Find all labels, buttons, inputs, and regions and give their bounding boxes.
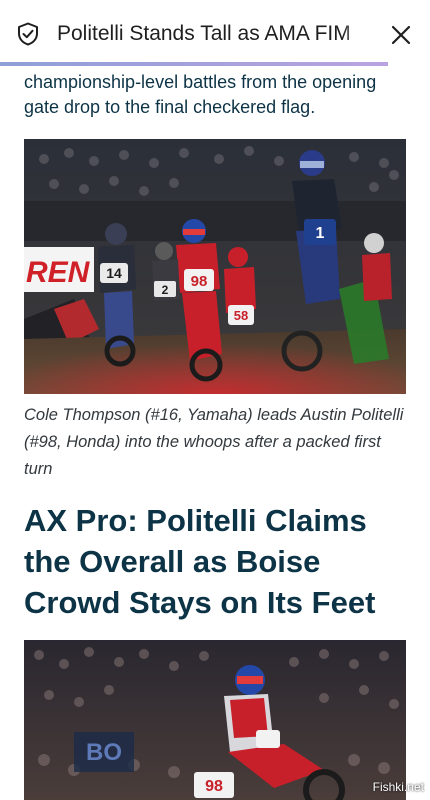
race-photo-politelli[interactable]: BO 98 [24, 640, 406, 800]
page-load-progress [0, 62, 388, 66]
watermark: Fishki.net [372, 780, 424, 794]
photo-caption: Cole Thompson (#16, Yamaha) leads Austin… [24, 406, 404, 478]
arena-sign-text: BO [86, 739, 122, 766]
race-plate: 98 [205, 778, 223, 795]
race-plate: 58 [234, 308, 248, 323]
race-plate: 14 [106, 265, 122, 281]
race-plate: 1 [316, 225, 325, 242]
race-plate: 98 [191, 273, 208, 290]
article-headline: AX Pro: Politelli Claims the Overall as … [24, 503, 376, 620]
tab-title: Politelli Stands Tall as AMA FIM [57, 20, 367, 48]
article-intro-text: championship-level battles from the open… [24, 72, 377, 117]
close-icon[interactable] [388, 22, 414, 48]
browser-top-bar: Politelli Stands Tall as AMA FIM [0, 0, 430, 66]
race-photo-first-turn[interactable]: REN 1 98 14 58 2 [24, 139, 406, 394]
arena-sign-text: REN [26, 256, 91, 289]
shield-check-icon [18, 22, 38, 46]
race-plate: 2 [162, 283, 169, 297]
